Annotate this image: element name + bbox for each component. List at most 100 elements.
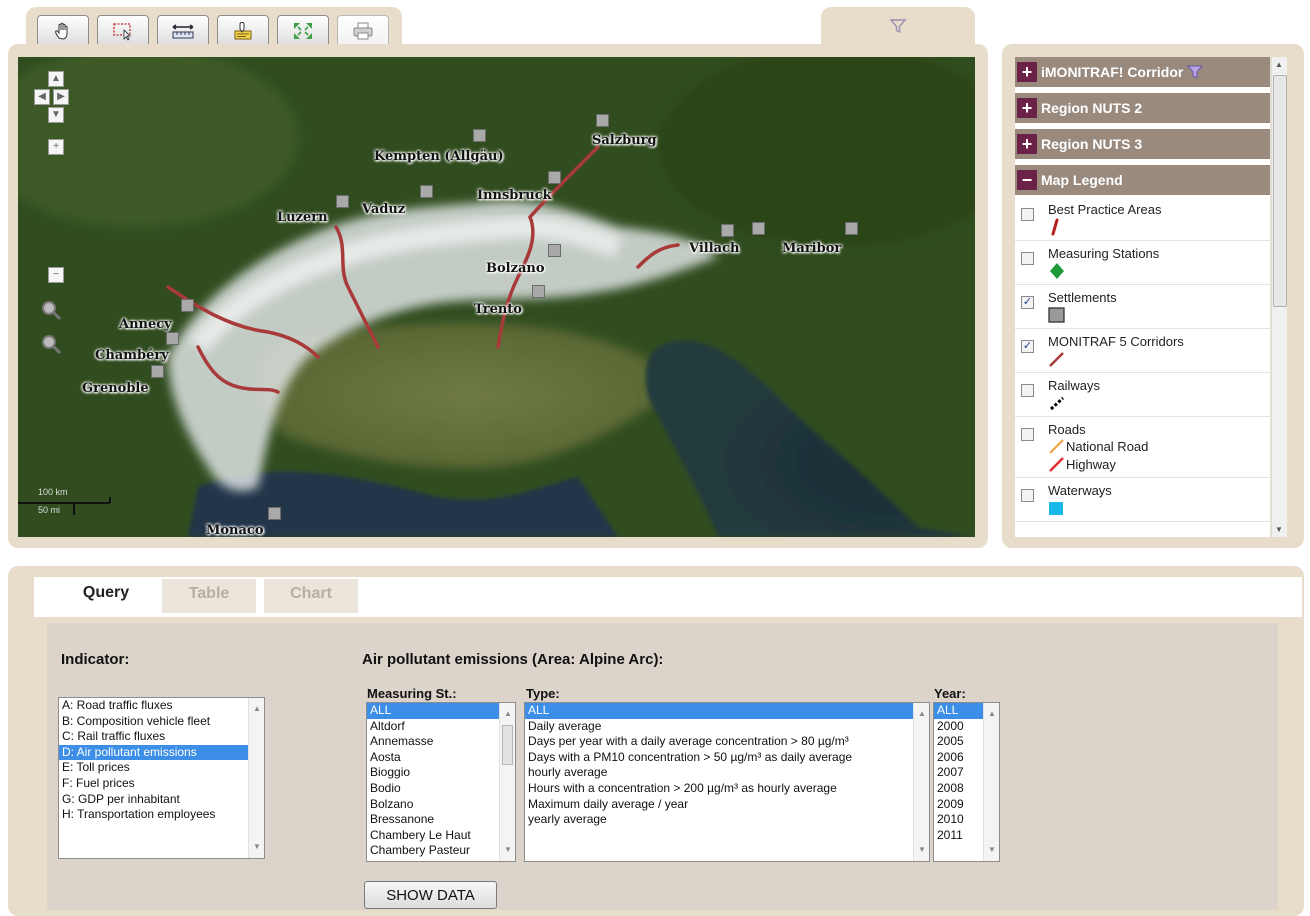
- year-listbox[interactable]: ALL 2000 2005 2006 2007 2008 2009 2010 2011 ▲ ▼: [933, 702, 1000, 862]
- settlement-marker[interactable]: [596, 114, 609, 127]
- layer-group-legend[interactable]: − Map Legend: [1015, 165, 1270, 195]
- checkbox-checked[interactable]: ✓: [1021, 340, 1034, 353]
- map-view[interactable]: ▲ ◀ ▶ ▼ + − 100 km 50 mi Salzburg Kempte…: [18, 57, 975, 537]
- water-square-icon: [1049, 502, 1063, 515]
- station-option[interactable]: Annemasse: [367, 734, 515, 750]
- type-option[interactable]: Maximum daily average / year: [525, 797, 929, 813]
- expand-icon[interactable]: +: [1017, 134, 1037, 154]
- settlement-marker[interactable]: [845, 222, 858, 235]
- indicator-option[interactable]: C: Rail traffic fluxes: [59, 729, 264, 745]
- settlement-marker[interactable]: [151, 365, 164, 378]
- checkbox[interactable]: [1021, 208, 1034, 221]
- settlement-marker[interactable]: [532, 285, 545, 298]
- type-option[interactable]: hourly average: [525, 765, 929, 781]
- scroll-up-icon[interactable]: ▲: [1275, 60, 1283, 69]
- settlement-marker[interactable]: [420, 185, 433, 198]
- square-icon: [1048, 307, 1065, 323]
- station-option[interactable]: Bodio: [367, 781, 515, 797]
- city-label-grenoble: Grenoble: [82, 381, 149, 396]
- full-extent-icon: [294, 23, 312, 39]
- indicator-option[interactable]: E: Toll prices: [59, 760, 264, 776]
- collapse-icon[interactable]: −: [1017, 170, 1037, 190]
- city-label-bolzano: Bolzano: [486, 261, 545, 276]
- legend-label: MONITRAF 5 Corridors: [1048, 334, 1184, 349]
- pan-left-button[interactable]: ◀: [34, 89, 50, 105]
- expand-icon[interactable]: +: [1017, 98, 1037, 118]
- station-option[interactable]: Altdorf: [367, 719, 515, 735]
- type-listbox[interactable]: ALL Daily average Days per year with a dai…: [524, 702, 930, 862]
- listbox-scrollbar[interactable]: ▲ ▼: [913, 703, 929, 861]
- listbox-scrollbar[interactable]: ▲ ▼: [499, 703, 515, 861]
- type-option[interactable]: yearly average: [525, 812, 929, 828]
- tab-table[interactable]: Table: [162, 579, 256, 613]
- settlement-marker[interactable]: [336, 195, 349, 208]
- tab-query[interactable]: Query: [59, 578, 153, 616]
- indicator-option[interactable]: G: GDP per inhabitant: [59, 792, 264, 808]
- zoom-in-button[interactable]: +: [48, 139, 64, 155]
- checkbox[interactable]: [1021, 489, 1034, 502]
- settlement-marker[interactable]: [721, 224, 734, 237]
- settlement-marker[interactable]: [548, 244, 561, 257]
- pan-down-button[interactable]: ▼: [48, 107, 64, 123]
- settlement-marker[interactable]: [268, 507, 281, 520]
- layer-group-corridor[interactable]: + iMONITRAF! Corridor: [1015, 57, 1270, 87]
- settlement-marker[interactable]: [752, 222, 765, 235]
- identify-button[interactable]: [217, 15, 269, 47]
- layer-scrollbar[interactable]: ▲ ▼: [1271, 57, 1287, 537]
- scroll-down-icon[interactable]: ▼: [1275, 525, 1283, 534]
- city-label-maribor: Maribor: [782, 241, 842, 256]
- magnify-minus-icon[interactable]: [40, 333, 62, 355]
- magnify-plus-icon[interactable]: [40, 299, 62, 321]
- layer-group-label: Region NUTS 2: [1041, 100, 1143, 116]
- pan-tool-button[interactable]: [37, 15, 89, 47]
- highway-icon: [1049, 457, 1064, 472]
- type-option[interactable]: Days per year with a daily average conce…: [525, 734, 929, 750]
- indicator-option[interactable]: D: Air pollutant emissions: [59, 744, 264, 761]
- indicator-option[interactable]: F: Fuel prices: [59, 776, 264, 792]
- zoom-out-button[interactable]: −: [48, 267, 64, 283]
- station-option[interactable]: Chambery Le Haut: [367, 828, 515, 844]
- pin-icon: [1051, 218, 1059, 236]
- scroll-thumb[interactable]: [1273, 75, 1287, 307]
- checkbox-checked[interactable]: ✓: [1021, 296, 1034, 309]
- settlement-marker[interactable]: [473, 129, 486, 142]
- full-extent-button[interactable]: [277, 15, 329, 47]
- pan-right-button[interactable]: ▶: [53, 89, 69, 105]
- station-option[interactable]: Aosta: [367, 750, 515, 766]
- listbox-scrollbar[interactable]: ▲ ▼: [248, 698, 264, 858]
- station-option[interactable]: ALL: [367, 703, 515, 719]
- indicator-option[interactable]: H: Transportation employees: [59, 807, 264, 823]
- type-option[interactable]: Daily average: [525, 719, 929, 735]
- layer-group-label: Map Legend: [1041, 172, 1123, 188]
- zoom-box-button[interactable]: [97, 15, 149, 47]
- checkbox[interactable]: [1021, 252, 1034, 265]
- stations-listbox[interactable]: ALL Altdorf Annemasse Aosta Bioggio Bodio Bolz…: [366, 702, 516, 862]
- checkbox[interactable]: [1021, 428, 1034, 441]
- pan-up-button[interactable]: ▲: [48, 71, 64, 87]
- print-button[interactable]: [337, 15, 389, 47]
- show-data-button[interactable]: SHOW DATA: [364, 881, 497, 909]
- type-option[interactable]: Hours with a concentration > 200 µg/m³ a…: [525, 781, 929, 797]
- listbox-scrollbar[interactable]: ▲ ▼: [983, 703, 999, 861]
- settlement-marker[interactable]: [548, 171, 561, 184]
- indicator-listbox[interactable]: A: Road traffic fluxes B: Composition veh…: [58, 697, 265, 859]
- legend-sublabel: Highway: [1066, 456, 1116, 472]
- station-option[interactable]: Bioggio: [367, 765, 515, 781]
- indicator-option[interactable]: B: Composition vehicle fleet: [59, 714, 264, 730]
- tab-chart[interactable]: Chart: [264, 579, 358, 613]
- settlement-marker[interactable]: [181, 299, 194, 312]
- type-option[interactable]: Days with a PM10 concentration > 50 µg/m…: [525, 750, 929, 766]
- zoom-box-icon: [113, 23, 131, 41]
- indicator-option[interactable]: A: Road traffic fluxes: [59, 698, 264, 714]
- station-option[interactable]: Chambery Pasteur: [367, 843, 515, 859]
- checkbox[interactable]: [1021, 384, 1034, 397]
- city-label-vaduz: Vaduz: [362, 202, 406, 217]
- layer-group-nuts2[interactable]: + Region NUTS 2: [1015, 93, 1270, 123]
- settlement-marker[interactable]: [166, 332, 179, 345]
- layer-group-nuts3[interactable]: + Region NUTS 3: [1015, 129, 1270, 159]
- type-option[interactable]: ALL: [525, 703, 929, 719]
- expand-icon[interactable]: +: [1017, 62, 1037, 82]
- station-option[interactable]: Bolzano: [367, 797, 515, 813]
- measure-button[interactable]: [157, 15, 209, 47]
- station-option[interactable]: Bressanone: [367, 812, 515, 828]
